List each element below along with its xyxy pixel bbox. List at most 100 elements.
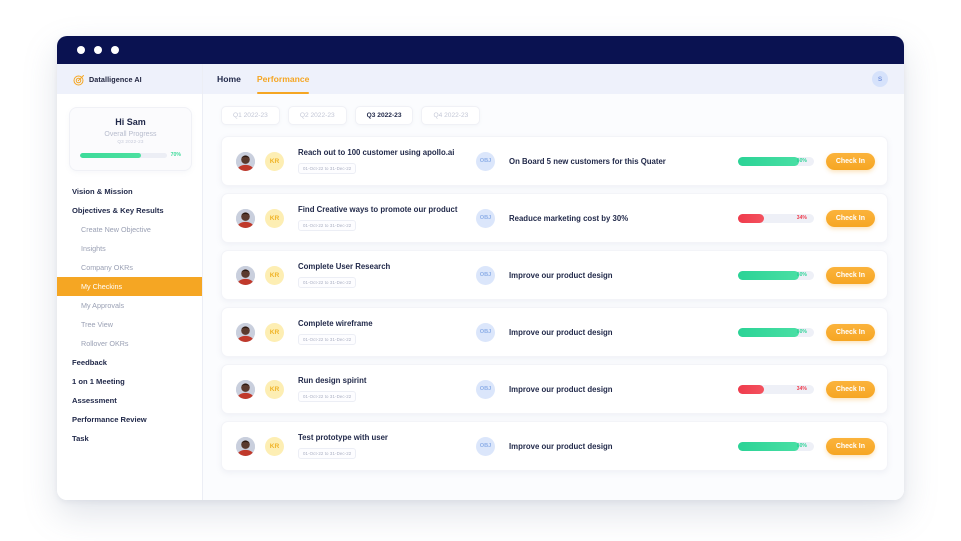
kr-badge: KR	[265, 379, 284, 399]
sidebar-item-my-checkins[interactable]: My Checkins	[57, 277, 202, 296]
sidebar-item-label: Tree View	[81, 320, 113, 329]
progress-fill	[737, 270, 799, 280]
owner-avatar	[236, 322, 255, 342]
checkin-row[interactable]: KR Complete wireframe 01-Oct-22 to 31-Dec-…	[221, 307, 888, 357]
profile-progress-fill	[80, 152, 141, 158]
sidebar-item-insights[interactable]: Insights	[57, 239, 202, 258]
sidebar-item-vision-mission[interactable]: Vision & Mission	[57, 182, 202, 201]
sidebar-item-label: My Approvals	[81, 301, 125, 310]
obj-badge: OBJ	[476, 151, 495, 171]
checkin-row[interactable]: KR Test prototype with user 01-Oct-22 to 3…	[221, 421, 888, 471]
app-body: Datalligence AI Hi Sam Overall Progress …	[57, 64, 904, 500]
check-in-button[interactable]: Check In	[825, 152, 875, 170]
sidebar-item-task[interactable]: Task	[57, 429, 202, 448]
kr-text-block: Test prototype with user 01-Oct-22 to 31-…	[298, 433, 476, 460]
check-in-button[interactable]: Check In	[825, 266, 875, 284]
progress-bar: 34%	[737, 213, 814, 223]
kr-badge: KR	[265, 208, 284, 228]
sidebar-item-label: 1 on 1 Meeting	[72, 377, 125, 386]
kr-text-block: Run design spirint 01-Oct-22 to 31-Dec-22	[298, 376, 476, 403]
tab-home[interactable]: Home	[217, 64, 241, 94]
sidebar-item-objectives-key-results[interactable]: Objectives & Key Results	[57, 201, 202, 220]
owner-avatar	[236, 151, 255, 171]
quarter-filter-group: Q1 2022-23 Q2 2022-23 Q3 2022-23 Q4 2022-23	[221, 106, 888, 125]
obj-badge: OBJ	[476, 379, 495, 399]
progress-percent-label: 34%	[796, 215, 807, 221]
sidebar-item-label: Feedback	[72, 358, 108, 367]
checkin-row[interactable]: KR Reach out to 100 customer using apollo…	[221, 136, 888, 186]
quarter-button-q1[interactable]: Q1 2022-23	[221, 106, 280, 125]
tab-performance[interactable]: Performance	[256, 64, 309, 94]
sidebar-item-1-on-1-meeting[interactable]: 1 on 1 Meeting	[57, 372, 202, 391]
overall-progress-label: Overall Progress	[104, 131, 157, 138]
obj-badge: OBJ	[476, 208, 495, 228]
kr-date-badge: 01-Oct-22 to 31-Dec-22	[298, 447, 357, 459]
brand-name: Datalligence AI	[89, 74, 142, 84]
sidebar: Datalligence AI Hi Sam Overall Progress …	[57, 64, 203, 500]
kr-badge: KR	[265, 436, 284, 456]
window-dot-close-icon[interactable]	[77, 46, 85, 54]
profile-progress-row: 70%	[80, 152, 181, 158]
progress-track: 80%	[737, 327, 814, 337]
check-in-button[interactable]: Check In	[825, 437, 875, 455]
user-avatar[interactable]: S	[872, 71, 888, 87]
sidebar-item-company-okrs[interactable]: Company OKRs	[57, 258, 202, 277]
kr-date-badge: 01-Oct-22 to 31-Dec-22	[298, 162, 357, 174]
progress-track: 80%	[737, 156, 814, 166]
owner-avatar	[236, 208, 255, 228]
progress-fill	[737, 384, 764, 394]
check-in-button[interactable]: Check In	[825, 380, 875, 398]
sidebar-item-label: Vision & Mission	[72, 187, 133, 196]
greeting-text: Hi Sam	[115, 117, 146, 127]
sidebar-item-tree-view[interactable]: Tree View	[57, 315, 202, 334]
window-dot-maximize-icon[interactable]	[111, 46, 119, 54]
checkin-row[interactable]: KR Find Creative ways to promote our prod…	[221, 193, 888, 243]
owner-avatar	[236, 379, 255, 399]
top-navbar: Home Performance S	[203, 64, 904, 94]
kr-text-block: Complete wireframe 01-Oct-22 to 31-Dec-22	[298, 319, 476, 346]
progress-bar: 80%	[737, 327, 814, 337]
check-in-button[interactable]: Check In	[825, 323, 875, 341]
progress-bar: 80%	[737, 156, 814, 166]
sidebar-item-rollover-okrs[interactable]: Rollover OKRs	[57, 334, 202, 353]
sidebar-item-label: Objectives & Key Results	[72, 206, 164, 215]
profile-quarter-label: Q3 2022-23	[117, 139, 144, 144]
obj-badge: OBJ	[476, 322, 495, 342]
sidebar-item-label: Company OKRs	[81, 263, 133, 272]
progress-bar: 34%	[737, 384, 814, 394]
progress-percent-label: 80%	[796, 443, 807, 449]
target-icon	[73, 73, 85, 86]
sidebar-item-assessment[interactable]: Assessment	[57, 391, 202, 410]
sidebar-item-label: My Checkins	[81, 282, 123, 291]
window-dot-minimize-icon[interactable]	[94, 46, 102, 54]
check-in-button[interactable]: Check In	[825, 209, 875, 227]
sidebar-item-my-approvals[interactable]: My Approvals	[57, 296, 202, 315]
kr-title: Reach out to 100 customer using apollo.a…	[298, 147, 455, 157]
sidebar-item-create-new-objective[interactable]: Create New Objective	[57, 220, 202, 239]
quarter-button-q4[interactable]: Q4 2022-23	[421, 106, 481, 125]
progress-track: 34%	[737, 213, 814, 223]
browser-window: Datalligence AI Hi Sam Overall Progress …	[57, 36, 904, 500]
sidebar-item-label: Rollover OKRs	[81, 339, 129, 348]
profile-progress-track	[80, 152, 167, 158]
quarter-button-q3[interactable]: Q3 2022-23	[354, 106, 414, 125]
nav-tabs: Home Performance	[217, 64, 309, 94]
progress-percent-label: 80%	[796, 329, 807, 335]
progress-bar: 80%	[737, 441, 814, 451]
obj-badge: OBJ	[476, 265, 495, 285]
sidebar-item-label: Performance Review	[72, 415, 147, 424]
profile-progress-card: Hi Sam Overall Progress Q3 2022-23 70%	[69, 107, 192, 171]
sidebar-item-label: Assessment	[72, 396, 117, 405]
sidebar-item-label: Task	[72, 434, 89, 443]
kr-text-block: Find Creative ways to promote our produc…	[298, 205, 476, 232]
quarter-button-q2[interactable]: Q2 2022-23	[287, 106, 347, 125]
progress-fill	[737, 327, 799, 337]
sidebar-item-performance-review[interactable]: Performance Review	[57, 410, 202, 429]
checkin-row[interactable]: KR Run design spirint 01-Oct-22 to 31-Dec-…	[221, 364, 888, 414]
checkin-row[interactable]: KR Complete User Research 01-Oct-22 to 31-…	[221, 250, 888, 300]
checkin-list: KR Reach out to 100 customer using apollo…	[221, 136, 888, 471]
owner-avatar	[236, 436, 255, 456]
sidebar-item-feedback[interactable]: Feedback	[57, 353, 202, 372]
kr-badge: KR	[265, 151, 284, 171]
progress-percent-label: 80%	[796, 272, 807, 278]
